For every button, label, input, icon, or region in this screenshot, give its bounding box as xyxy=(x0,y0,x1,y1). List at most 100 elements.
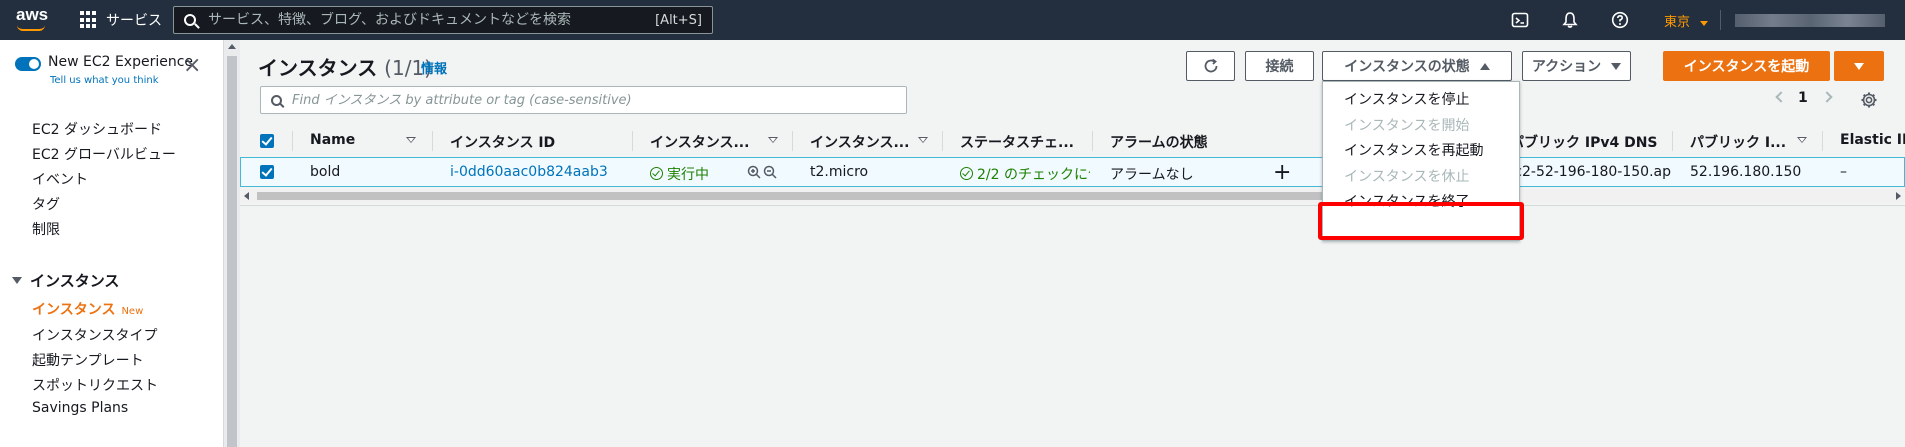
public-dns: ec2-52-196-180-150.ap... xyxy=(1511,164,1671,180)
filter-icon[interactable] xyxy=(918,137,928,143)
page-number[interactable]: 1 xyxy=(1798,90,1808,106)
actions-label: アクション xyxy=(1531,59,1602,75)
highlight-box xyxy=(1318,202,1524,240)
instance-type: t2.micro xyxy=(810,164,869,180)
launch-options-button[interactable] xyxy=(1834,51,1884,81)
menu-item-stop-instance[interactable]: インスタンスを停止 xyxy=(1344,89,1469,109)
search-shortcut: [Alt+S] xyxy=(655,12,702,28)
grid-icon xyxy=(80,11,98,29)
column-header-instance-type[interactable]: インスタンス... xyxy=(810,132,909,152)
column-header-instance-id[interactable]: インスタンス ID xyxy=(450,132,555,152)
page-title: インスタンス (1/1) xyxy=(258,52,432,81)
scrollbar-thumb[interactable] xyxy=(227,56,237,447)
chevron-down-icon xyxy=(1854,62,1864,70)
status-check: 2/2 のチェックに合格しました xyxy=(960,164,1090,184)
menu-item-start-instance: インスタンスを開始 xyxy=(1344,118,1470,134)
zoom-out-icon[interactable] xyxy=(763,165,778,180)
search-input[interactable] xyxy=(208,12,656,28)
status-check-label: 2/2 のチェックに合格しました xyxy=(977,167,1090,183)
select-all-checkbox[interactable] xyxy=(260,134,274,148)
table-header: Name インスタンス ID インスタンス... インスタンス... ステータス… xyxy=(240,127,1905,155)
sidebar-item-global-view[interactable]: EC2 グローバルビュー xyxy=(32,144,176,164)
nav-divider xyxy=(1720,10,1721,30)
top-navigation: aws サービス [Alt+S] 東京 xyxy=(0,0,1905,40)
sidebar-item-spot-requests[interactable]: スポットリクエスト xyxy=(32,375,158,395)
sidebar-item-instances[interactable]: インスタンス New xyxy=(32,299,143,319)
chevron-up-icon xyxy=(1479,62,1490,70)
menu-item-reboot-instance[interactable]: インスタンスを再起動 xyxy=(1344,140,1483,160)
sidebar: New EC2 Experience Tell us what you thin… xyxy=(0,40,224,447)
column-divider xyxy=(1092,131,1093,151)
next-page-icon[interactable] xyxy=(1821,91,1833,103)
previous-page-icon[interactable] xyxy=(1775,91,1787,103)
feedback-link[interactable]: Tell us what you think xyxy=(50,75,159,86)
column-header-alarm-status[interactable]: アラームの状態 xyxy=(1110,132,1208,152)
instance-state-label: インスタンスの状態 xyxy=(1344,59,1470,75)
sidebar-section-instances[interactable]: インスタンス xyxy=(12,270,119,291)
help-icon[interactable] xyxy=(1611,11,1629,29)
experience-title: New EC2 Experience xyxy=(48,54,194,70)
cloudshell-icon[interactable] xyxy=(1511,11,1529,29)
elastic-ip: – xyxy=(1840,164,1847,180)
info-link[interactable]: 情報 xyxy=(421,58,447,77)
new-experience-toggle[interactable] xyxy=(15,57,41,71)
instance-state-button[interactable]: インスタンスの状態 xyxy=(1322,51,1512,81)
title-text: インスタンス xyxy=(258,56,378,80)
gear-icon[interactable] xyxy=(1860,91,1878,109)
sidebar-item-instance-types[interactable]: インスタンスタイプ xyxy=(32,325,157,345)
instance-filter[interactable] xyxy=(260,86,907,114)
expand-icon xyxy=(12,277,22,284)
filter-icon[interactable] xyxy=(1797,137,1807,143)
launch-instance-button[interactable]: インスタンスを起動 xyxy=(1663,51,1830,81)
column-divider xyxy=(1822,131,1823,151)
add-alarm-button[interactable]: + xyxy=(1273,160,1291,185)
sidebar-item-savings-plans[interactable]: Savings Plans xyxy=(32,400,128,416)
menu-item-hibernate-instance: インスタンスを休止 xyxy=(1344,169,1470,185)
column-header-status-check[interactable]: ステータスチェ... xyxy=(960,132,1074,152)
search-icon xyxy=(271,94,282,106)
column-header-public-dns[interactable]: パブリック IPv4 DNS xyxy=(1510,132,1658,152)
check-circle-icon xyxy=(650,167,663,180)
row-checkbox[interactable] xyxy=(260,165,274,179)
scroll-left-icon[interactable] xyxy=(244,192,249,200)
filter-input[interactable] xyxy=(292,92,906,108)
chevron-down-icon xyxy=(1611,62,1622,70)
sidebar-item-tags[interactable]: タグ xyxy=(32,194,60,214)
aws-logo[interactable]: aws xyxy=(16,6,48,24)
region-selector[interactable]: 東京 xyxy=(1664,11,1709,30)
new-badge: New xyxy=(121,306,144,317)
sidebar-item-events[interactable]: イベント xyxy=(32,169,88,189)
refresh-icon xyxy=(1204,58,1217,73)
table-bottom-border xyxy=(240,205,1905,206)
column-header-instance-state[interactable]: インスタンス... xyxy=(650,132,749,152)
close-icon[interactable]: × xyxy=(183,55,201,77)
column-header-elastic-ip[interactable]: Elastic IP xyxy=(1840,132,1905,148)
scroll-up-icon[interactable] xyxy=(228,44,236,49)
filter-icon[interactable] xyxy=(406,137,416,143)
column-header-name[interactable]: Name xyxy=(310,132,355,148)
column-header-public-ip[interactable]: パブリック I... xyxy=(1690,132,1786,152)
table-horizontal-scrollbar[interactable] xyxy=(240,189,1905,203)
column-divider xyxy=(1672,131,1673,151)
sidebar-item-dashboard[interactable]: EC2 ダッシュボード xyxy=(32,119,162,139)
aws-logo-smile xyxy=(17,25,45,31)
state-label: 実行中 xyxy=(667,167,709,183)
sidebar-item-launch-templates[interactable]: 起動テンプレート xyxy=(32,350,144,370)
zoom-in-icon[interactable] xyxy=(747,165,762,180)
sidebar-scrollbar[interactable] xyxy=(224,40,240,447)
filter-icon[interactable] xyxy=(768,137,778,143)
table-row[interactable]: bold i-0dd60aac0b824aab3 実行中 t2.micro 2/… xyxy=(240,157,1905,187)
connect-button[interactable]: 接続 xyxy=(1245,51,1314,81)
instance-id-link[interactable]: i-0dd60aac0b824aab3 xyxy=(450,164,608,180)
services-menu-button[interactable]: サービス xyxy=(80,10,162,30)
actions-button[interactable]: アクション xyxy=(1522,51,1631,81)
column-divider xyxy=(292,131,293,151)
account-menu[interactable] xyxy=(1735,14,1885,27)
search-box[interactable]: [Alt+S] xyxy=(173,6,713,34)
bell-icon[interactable] xyxy=(1561,11,1579,29)
sidebar-item-limits[interactable]: 制限 xyxy=(32,219,60,239)
scroll-right-icon[interactable] xyxy=(1896,192,1901,200)
refresh-button[interactable] xyxy=(1186,51,1235,81)
check-circle-icon xyxy=(960,167,973,180)
column-divider xyxy=(942,131,943,151)
